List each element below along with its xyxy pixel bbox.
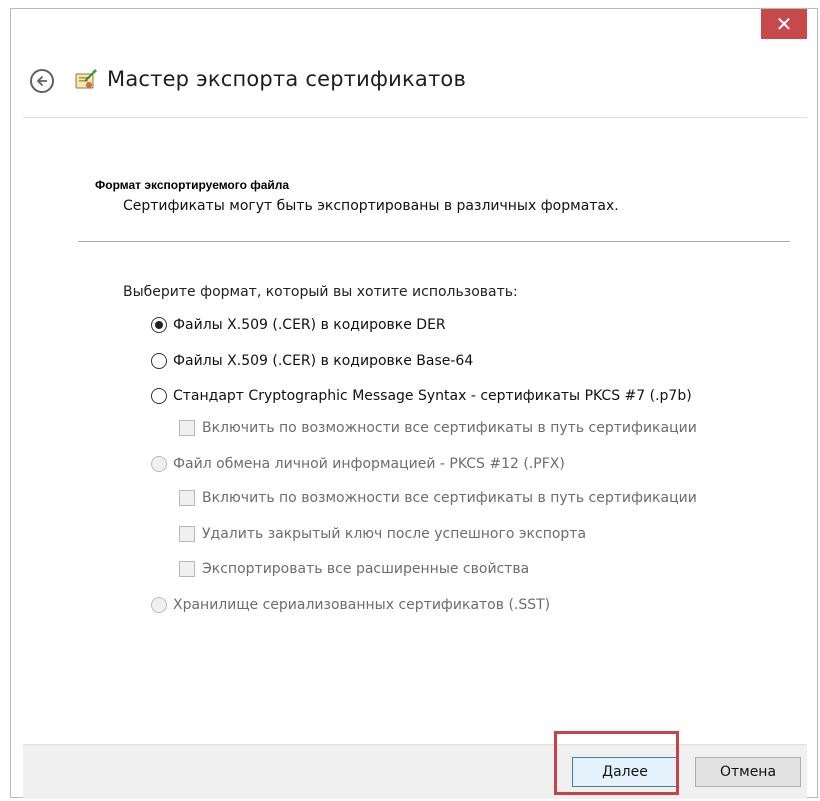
option-export-properties-label: Экспортировать все расширенные свойства xyxy=(202,561,530,577)
checkbox-pfx-include-chain[interactable] xyxy=(179,490,195,506)
option-sst-label: Хранилище сериализованных сертификатов (… xyxy=(173,597,551,613)
cancel-button[interactable]: Отмена xyxy=(695,757,801,787)
option-base64[interactable]: Файлы X.509 (.CER) в кодировке Base-64 xyxy=(151,353,473,369)
option-der-label: Файлы X.509 (.CER) в кодировке DER xyxy=(173,317,446,333)
section-title: Формат экспортируемого файла xyxy=(95,178,290,192)
option-pfx-label: Файл обмена личной информацией - PKCS #1… xyxy=(173,456,565,472)
option-pkcs7-include-chain-label: Включить по возможности все сертификаты … xyxy=(202,420,697,436)
back-arrow-icon xyxy=(36,75,47,87)
close-icon: ✕ xyxy=(775,12,793,36)
radio-sst[interactable] xyxy=(151,597,167,613)
option-export-properties[interactable]: Экспортировать все расширенные свойства xyxy=(179,561,529,577)
divider xyxy=(78,241,790,242)
next-button[interactable]: Далее xyxy=(572,757,678,787)
certificate-wizard-icon xyxy=(75,69,97,89)
format-prompt: Выберите формат, который вы хотите испол… xyxy=(123,284,518,300)
radio-pkcs7[interactable] xyxy=(151,388,167,404)
option-delete-key-label: Удалить закрытый ключ после успешного эк… xyxy=(202,526,587,542)
option-base64-label: Файлы X.509 (.CER) в кодировке Base-64 xyxy=(173,353,474,369)
option-der[interactable]: Файлы X.509 (.CER) в кодировке DER xyxy=(151,317,446,333)
option-pfx[interactable]: Файл обмена личной информацией - PKCS #1… xyxy=(151,456,565,472)
radio-der[interactable] xyxy=(151,317,167,333)
checkbox-export-properties[interactable] xyxy=(179,561,195,577)
wizard-header: Мастер экспорта сертификатов xyxy=(11,59,817,111)
radio-pfx[interactable] xyxy=(151,456,167,472)
radio-base64[interactable] xyxy=(151,353,167,369)
option-delete-key[interactable]: Удалить закрытый ключ после успешного эк… xyxy=(179,526,586,542)
option-sst[interactable]: Хранилище сериализованных сертификатов (… xyxy=(151,597,550,613)
wizard-content: Формат экспортируемого файла Сертификаты… xyxy=(23,117,807,745)
wizard-window: ✕ Мастер экспорта сертификатов Формат эк… xyxy=(10,8,818,799)
option-pfx-include-chain[interactable]: Включить по возможности все сертификаты … xyxy=(179,490,697,506)
option-pkcs7-label: Стандарт Cryptographic Message Syntax - … xyxy=(173,388,692,404)
wizard-footer: Далее Отмена xyxy=(23,744,807,799)
checkbox-pkcs7-include-chain[interactable] xyxy=(179,420,195,436)
close-button[interactable]: ✕ xyxy=(761,9,807,39)
wizard-title: Мастер экспорта сертификатов xyxy=(107,67,467,91)
back-button[interactable] xyxy=(30,69,54,93)
option-pkcs7[interactable]: Стандарт Cryptographic Message Syntax - … xyxy=(151,388,692,404)
section-description: Сертификаты могут быть экспортированы в … xyxy=(123,198,619,214)
option-pkcs7-include-chain[interactable]: Включить по возможности все сертификаты … xyxy=(179,420,697,436)
option-pfx-include-chain-label: Включить по возможности все сертификаты … xyxy=(202,490,697,506)
checkbox-delete-key[interactable] xyxy=(179,526,195,542)
